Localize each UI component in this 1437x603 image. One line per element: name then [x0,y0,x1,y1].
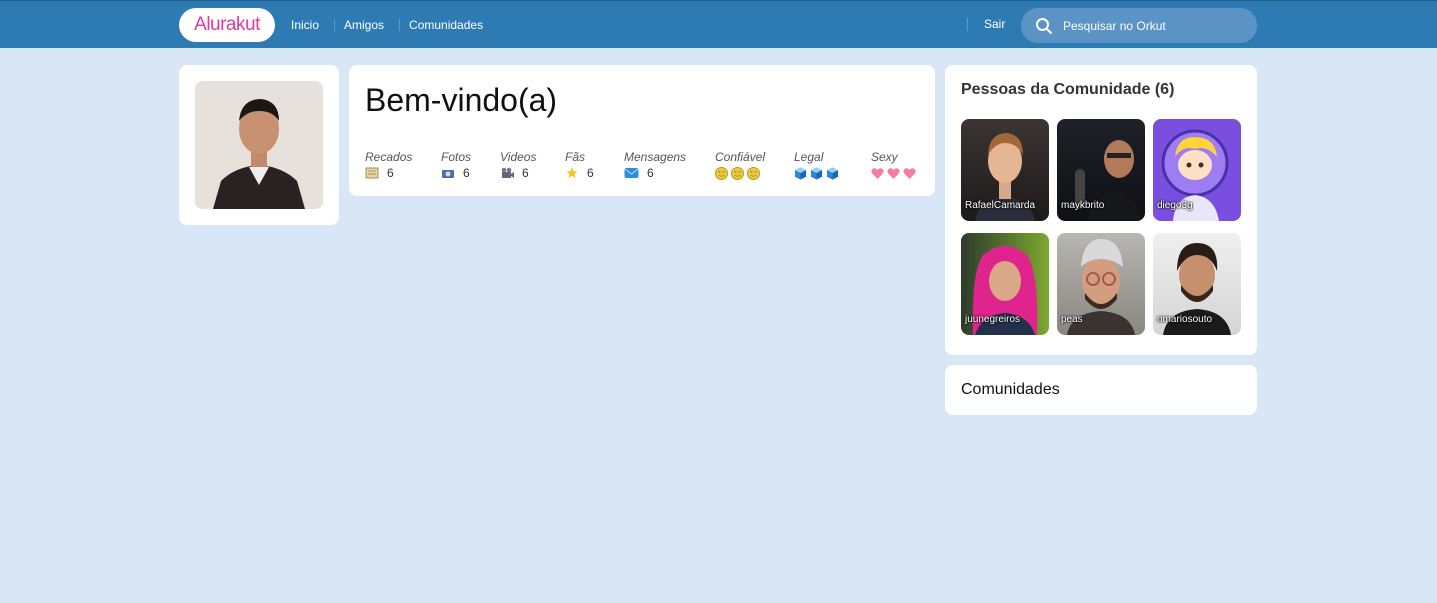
stat-fotos[interactable]: Fotos 6 [441,150,471,180]
person-card[interactable]: omariosouto [1153,233,1241,335]
alurakut-logo[interactable]: Alurakut [179,8,275,42]
person-card[interactable]: maykbrito [1057,119,1145,221]
welcome-title: Bem-vindo(a) [365,82,558,118]
rating-legal[interactable]: Legal [794,150,842,180]
smiley-icon [715,166,728,180]
person-name: peas [1061,314,1083,325]
welcome-panel: Bem-vindo(a) Recados 6 Fotos 6 Videos 6 … [349,65,935,196]
person-name: omariosouto [1157,314,1213,325]
stat-recados[interactable]: Recados 6 [365,150,412,180]
search-icon [1036,17,1052,34]
person-name: maykbrito [1061,200,1105,211]
person-card[interactable]: RafaelCamarda [961,119,1049,221]
heart-icon [887,167,900,179]
rating-sexy[interactable]: Sexy [871,150,919,180]
person-name: juunegreiros [965,314,1021,325]
person-card[interactable]: peas [1057,233,1145,335]
stat-value: 6 [587,166,594,180]
search-input[interactable] [1061,17,1245,34]
rating-label: Legal [794,150,824,164]
mail-icon [624,168,639,178]
communities-title: Comunidades [961,381,1060,398]
nav-link-comunidades[interactable]: Comunidades [400,19,498,31]
profile-avatar[interactable] [195,81,323,209]
search-box[interactable] [1021,8,1257,43]
people-title: Pessoas da Comunidade (6) [961,81,1175,98]
camera-icon [442,170,454,178]
ice-cube-icon [811,167,822,179]
stat-value: 6 [522,166,529,180]
stat-videos[interactable]: Videos 6 [500,150,536,180]
rating-label: Confiável [715,150,766,164]
stat-label: Mensagens [624,150,687,164]
stat-value: 6 [647,166,654,180]
top-bar: Alurakut Inicio Amigos Comunidades Sair [0,0,1437,48]
smiley-icon [747,166,760,180]
heart-icon [903,167,916,179]
smiley-icon [731,166,744,180]
person-name: RafaelCamarda [965,200,1036,211]
nav-link-amigos[interactable]: Amigos [335,19,401,31]
person-card[interactable]: juunegreiros [961,233,1049,335]
stat-label: Videos [500,150,537,164]
stat-label: Fotos [441,150,472,164]
ice-cube-icon [795,167,806,179]
rating-label: Sexy [871,150,898,164]
stat-mensagens[interactable]: Mensagens 6 [624,150,686,180]
stat-label: Fãs [565,150,586,164]
logout-link[interactable]: Sair [967,18,1005,31]
profile-sidebar [179,65,339,225]
community-people-panel: Pessoas da Comunidade (6) RafaelCamarda … [945,65,1257,355]
person-name: diego3g [1157,200,1193,211]
ice-cube-icon [827,167,838,179]
stat-fas[interactable]: Fãs 6 [565,150,594,180]
nav-link-inicio[interactable]: Inicio [282,19,336,31]
stat-value: 6 [463,166,470,180]
stat-label: Recados [365,150,413,164]
main-nav: Inicio Amigos Comunidades [282,1,498,49]
communities-panel: Comunidades [945,365,1257,415]
video-camera-icon [501,167,514,178]
rating-confiavel[interactable]: Confiável [715,150,765,180]
heart-icon [871,167,884,179]
scroll-icon [365,167,379,179]
person-card[interactable]: diego3g [1153,119,1241,221]
star-icon [566,167,578,179]
stat-value: 6 [387,166,394,180]
